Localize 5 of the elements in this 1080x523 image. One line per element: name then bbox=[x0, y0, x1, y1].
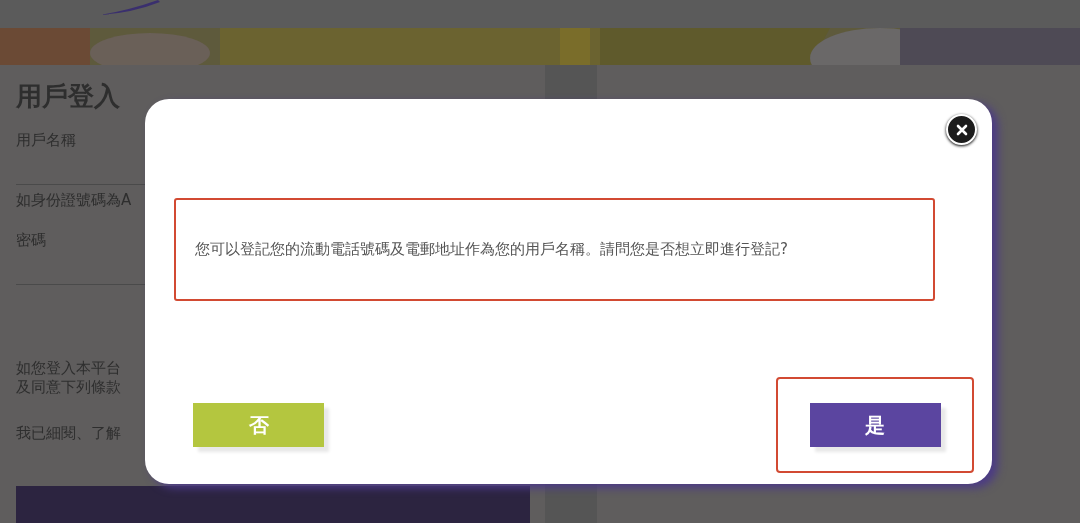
close-button[interactable] bbox=[946, 114, 977, 145]
dialog-message: 您可以登記您的流動電話號碼及電郵地址作為您的用戶名稱。請問您是否想立即進行登記? bbox=[195, 239, 788, 261]
dialog-button[interactable]: 是 bbox=[809, 403, 941, 447]
close-icon bbox=[955, 123, 968, 136]
logo-icon bbox=[100, 0, 160, 16]
